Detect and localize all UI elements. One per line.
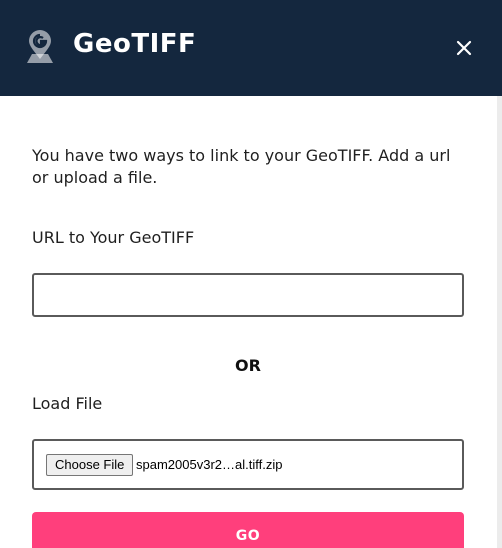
or-divider: OR: [235, 356, 261, 375]
url-input[interactable]: [32, 273, 464, 317]
intro-text: You have two ways to link to your GeoTIF…: [32, 146, 451, 187]
map-pin-g-icon: [27, 30, 53, 63]
choose-file-button[interactable]: Choose File: [46, 454, 134, 476]
scrollbar[interactable]: [497, 96, 502, 548]
file-input[interactable]: Choose File spam2005v3r2…al.tiff.zip: [32, 439, 464, 490]
file-label: Load File: [32, 394, 103, 413]
modal-title: GeoTIFF: [73, 29, 197, 59]
selected-file-name: spam2005v3r2…al.tiff.zip: [136, 457, 283, 472]
modal-header: GeoTIFF: [0, 0, 502, 96]
go-button[interactable]: GO: [32, 512, 464, 548]
close-icon[interactable]: [452, 36, 476, 60]
url-label: URL to Your GeoTIFF: [32, 228, 195, 247]
geotiff-modal: GeoTIFF You have two ways to link to you…: [0, 0, 502, 548]
